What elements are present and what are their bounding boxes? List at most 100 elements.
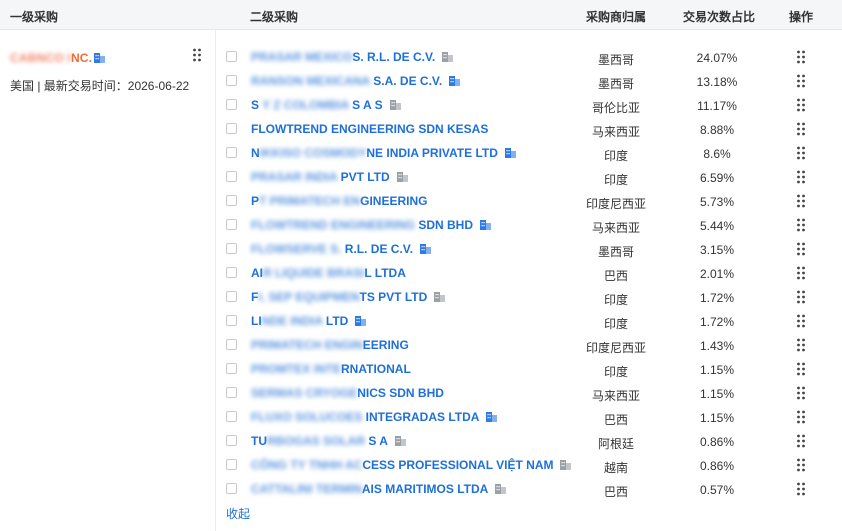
header-secondary-purchaser: 二级采购 xyxy=(250,10,299,24)
row-checkbox[interactable] xyxy=(226,315,237,326)
secondary-company-name[interactable]: AIR LIQUIDE BRASIL LTDA xyxy=(251,266,406,280)
purchaser-country: 阿根廷 xyxy=(597,437,634,451)
row-checkbox[interactable] xyxy=(226,291,237,302)
secondary-company-name[interactable]: CATTALINI TERMINAIS MARITIMOS LTDA xyxy=(251,482,507,497)
building-icon[interactable] xyxy=(504,146,516,161)
row-checkbox[interactable] xyxy=(226,195,237,206)
row-checkbox[interactable] xyxy=(226,459,237,470)
building-icon[interactable] xyxy=(355,314,367,329)
more-options-icon[interactable] xyxy=(796,170,806,187)
more-options-icon[interactable] xyxy=(192,48,202,65)
more-options-icon[interactable] xyxy=(796,482,806,499)
more-options-icon[interactable] xyxy=(796,50,806,67)
building-icon[interactable] xyxy=(396,170,408,185)
company-name-blurred: FLOWSERVE S. xyxy=(251,242,342,256)
more-options-icon[interactable] xyxy=(796,242,806,259)
building-icon[interactable] xyxy=(94,51,105,66)
secondary-company-name[interactable]: NIKKISO COSMODYNE INDIA PRIVATE LTD xyxy=(251,146,516,161)
primary-company-name[interactable]: CABNCO INC. xyxy=(10,51,92,65)
row-checkbox[interactable] xyxy=(226,75,237,86)
more-options-icon[interactable] xyxy=(796,434,806,451)
company-name-blurred: T PRIMATECH EN xyxy=(259,194,361,208)
building-icon[interactable] xyxy=(394,434,406,449)
purchaser-country: 巴西 xyxy=(603,269,628,283)
row-checkbox[interactable] xyxy=(226,483,237,494)
secondary-company-name[interactable]: PRIMATECH ENGINEERING xyxy=(251,338,409,352)
more-options-icon[interactable] xyxy=(796,218,806,235)
header-country: 采购商归属 xyxy=(586,10,647,24)
secondary-company-name[interactable]: FLOWSERVE S. R.L. DE C.V. xyxy=(251,242,432,257)
row-checkbox[interactable] xyxy=(226,243,237,254)
row-checkbox[interactable] xyxy=(226,219,237,230)
row-checkbox[interactable] xyxy=(226,339,237,350)
secondary-company-name[interactable]: FLUXO SOLUCOES INTEGRADAS LTDA xyxy=(251,410,498,425)
transaction-share: 6.59% xyxy=(699,171,735,185)
more-options-icon[interactable] xyxy=(796,458,806,475)
more-options-icon[interactable] xyxy=(796,74,806,91)
secondary-company-name[interactable]: PRASAR MEXICOS. R.L. DE C.V. xyxy=(251,50,454,65)
building-icon[interactable] xyxy=(420,242,432,257)
transaction-share: 1.43% xyxy=(699,339,735,353)
building-icon[interactable] xyxy=(434,290,446,305)
row-checkbox[interactable] xyxy=(226,435,237,446)
more-options-icon[interactable] xyxy=(796,122,806,139)
transaction-share: 1.15% xyxy=(699,411,735,425)
secondary-company-name[interactable]: SERMAS CRYOGENICS SDN BHD xyxy=(251,386,444,400)
secondary-company-name[interactable]: FI. SEP EQUIPMENTS PVT LTD xyxy=(251,290,446,305)
secondary-company-name[interactable]: S Y Z COLOMBIA S A S xyxy=(251,98,401,113)
transaction-share: 1.15% xyxy=(699,363,735,377)
more-options-icon[interactable] xyxy=(796,410,806,427)
row-checkbox[interactable] xyxy=(226,123,237,134)
row-checkbox[interactable] xyxy=(226,99,237,110)
company-name-visible: S A xyxy=(365,434,388,448)
more-options-icon[interactable] xyxy=(796,194,806,211)
company-name-visible: RNATIONAL xyxy=(341,362,411,376)
row-checkbox[interactable] xyxy=(226,171,237,182)
purchaser-country: 巴西 xyxy=(603,413,628,427)
company-name-visible: LTD xyxy=(322,314,349,328)
company-name-blurred: FLUXO SOLUCOES xyxy=(251,410,363,424)
row-checkbox[interactable] xyxy=(226,147,237,158)
row-checkbox[interactable] xyxy=(226,363,237,374)
secondary-company-name[interactable]: RANSON MEXICANA S.A. DE C.V. xyxy=(251,74,461,89)
row-checkbox[interactable] xyxy=(226,411,237,422)
building-icon[interactable] xyxy=(480,218,492,233)
more-options-icon[interactable] xyxy=(796,266,806,283)
secondary-company-name[interactable]: CÔNG TY TNHH ACCESS PROFESSIONAL VIỆT NA… xyxy=(251,458,572,473)
purchaser-country: 马来西亚 xyxy=(591,125,640,139)
more-options-icon[interactable] xyxy=(796,290,806,307)
table-row: FLOWTREND ENGINEERING SDN BHD 马来西亚 5.44% xyxy=(216,214,842,238)
table-row: CATTALINI TERMINAIS MARITIMOS LTDA 巴西 0.57… xyxy=(216,478,842,502)
more-options-icon[interactable] xyxy=(796,338,806,355)
collapse-link[interactable]: 收起 xyxy=(226,505,250,522)
row-checkbox[interactable] xyxy=(226,267,237,278)
building-icon[interactable] xyxy=(495,482,507,497)
company-name-blurred: R LIQUIDE BRASI xyxy=(263,266,365,280)
primary-purchaser-panel: CABNCO INC. 美国 | 最新交易时间：2026-06-22 xyxy=(0,30,216,531)
secondary-company-name[interactable]: PRASAR INDIA PVT LTD xyxy=(251,170,408,185)
more-options-icon[interactable] xyxy=(796,146,806,163)
building-icon[interactable] xyxy=(389,98,401,113)
transaction-share: 1.15% xyxy=(699,387,735,401)
secondary-company-name[interactable]: TURBOGAS SOLAR S A xyxy=(251,434,406,449)
company-name-prefix: S xyxy=(251,98,260,112)
building-icon[interactable] xyxy=(449,74,461,89)
more-options-icon[interactable] xyxy=(796,98,806,115)
secondary-company-name[interactable]: FLOWTREND ENGINEERING SDN KESAS xyxy=(251,122,488,136)
table-row: S Y Z COLOMBIA S A S 哥伦比亚 11.17% xyxy=(216,94,842,118)
building-icon[interactable] xyxy=(442,50,454,65)
company-name-prefix: TU xyxy=(251,434,267,448)
table-row: AIR LIQUIDE BRASIL LTDA 巴西 2.01% xyxy=(216,262,842,286)
building-icon[interactable] xyxy=(486,410,498,425)
secondary-company-name[interactable]: LINDE INDIA LTD xyxy=(251,314,367,329)
row-checkbox[interactable] xyxy=(226,387,237,398)
primary-company-name-blurred: CABNCO I xyxy=(10,51,71,65)
secondary-company-name[interactable]: FLOWTREND ENGINEERING SDN BHD xyxy=(251,218,492,233)
company-name-blurred: CÔNG TY TNHH AC xyxy=(251,458,363,472)
row-checkbox[interactable] xyxy=(226,51,237,62)
more-options-icon[interactable] xyxy=(796,314,806,331)
secondary-company-name[interactable]: PROMTEX INTERNATIONAL xyxy=(251,362,411,376)
more-options-icon[interactable] xyxy=(796,386,806,403)
more-options-icon[interactable] xyxy=(796,362,806,379)
secondary-company-name[interactable]: PT PRIMATECH ENGINEERING xyxy=(251,194,427,208)
